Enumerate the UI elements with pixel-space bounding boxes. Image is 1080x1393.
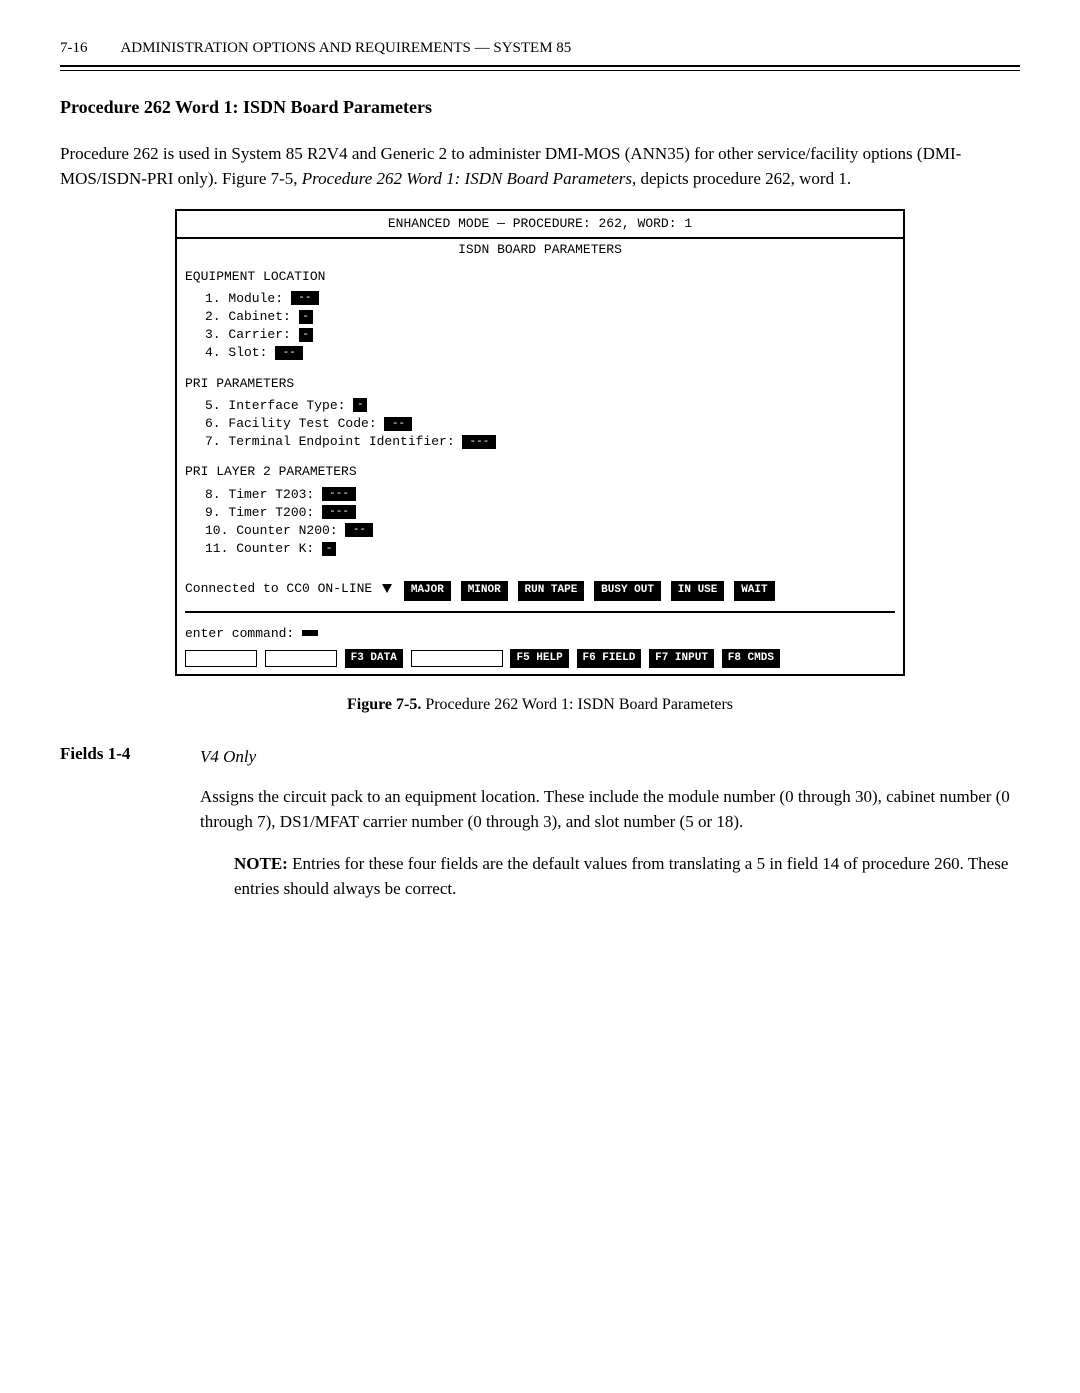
intro-text-2: depicts procedure 262, word 1. [636,169,851,188]
status-wait: WAIT [734,581,774,600]
layer2-heading: PRI LAYER 2 PARAMETERS [177,459,903,481]
field-4: 4. Slot: -- [205,344,895,362]
terminal-screen: ENHANCED MODE — PROCEDURE: 262, WORD: 1 … [175,209,905,676]
field-10-label: 10. Counter N200: [205,523,338,538]
status-busy-out: BUSY OUT [594,581,661,600]
field-1: 1. Module: -- [205,290,895,308]
command-row: enter command: [177,623,903,649]
section-title: Procedure 262 Word 1: ISDN Board Paramet… [60,97,1020,118]
field-11-label: 11. Counter K: [205,541,314,556]
field-5-label: 5. Interface Type: [205,398,345,413]
intro-paragraph: Procedure 262 is used in System 85 R2V4 … [60,142,1020,191]
note-block: NOTE: Entries for these four fields are … [234,851,1020,902]
field-5-value: - [353,398,367,412]
field-9: 9. Timer T200: --- [205,504,895,522]
field-4-label: 4. Slot: [205,345,267,360]
field-5: 5. Interface Type: - [205,397,895,415]
figure-number: Figure 7-5. [347,696,421,713]
terminal-subtitle: ISDN BOARD PARAMETERS [177,239,903,263]
status-minor: MINOR [461,581,508,600]
field-7-value: --- [462,435,496,449]
field-6-value: -- [384,417,412,431]
field-8: 8. Timer T203: --- [205,486,895,504]
field-8-label: 8. Timer T203: [205,487,314,502]
fkey-f8: F8 CMDS [722,649,780,668]
equip-heading: EQUIPMENT LOCATION [177,264,903,286]
status-run-tape: RUN TAPE [518,581,585,600]
header-rule [60,65,1020,71]
field-3-label: 3. Carrier: [205,327,291,342]
fkey-f2-empty [265,650,337,667]
field-3: 3. Carrier: - [205,326,895,344]
page-header: 7-16 ADMINISTRATION OPTIONS AND REQUIREM… [60,40,1020,63]
field-2-value: - [299,310,313,324]
note-label: NOTE: [234,854,288,873]
connection-text: Connected to CC0 ON-LINE [185,581,380,596]
field-11-value: - [322,542,336,556]
field-8-value: --- [322,487,356,501]
field-7-label: 7. Terminal Endpoint Identifier: [205,434,455,449]
fkey-f4-empty [411,650,503,667]
pri-fields: 5. Interface Type: - 6. Facility Test Co… [177,393,903,460]
field-7: 7. Terminal Endpoint Identifier: --- [205,433,895,451]
field-1-label: 1. Module: [205,291,283,306]
fkey-row: F3 DATA F5 HELP F6 FIELD F7 INPUT F8 CMD… [177,649,903,674]
fields-paragraph: Assigns the circuit pack to an equipment… [200,784,1020,835]
fields-label: Fields 1-4 [60,744,160,902]
field-9-value: --- [322,505,356,519]
field-3-value: - [299,328,313,342]
field-11: 11. Counter K: - [205,540,895,558]
field-10-value: -- [345,523,373,537]
field-9-label: 9. Timer T200: [205,505,314,520]
field-6: 6. Facility Test Code: -- [205,415,895,433]
triangle-icon [382,584,392,593]
fkey-f6: F6 FIELD [577,649,642,668]
note-text: Entries for these four fields are the de… [234,854,1008,899]
fkey-f3: F3 DATA [345,649,403,668]
status-line: Connected to CC0 ON-LINE MAJOR MINOR RUN… [177,574,903,604]
intro-italic: Procedure 262 Word 1: ISDN Board Paramet… [302,169,636,188]
field-2: 2. Cabinet: - [205,308,895,326]
terminal-mode-line: ENHANCED MODE — PROCEDURE: 262, WORD: 1 [177,211,903,239]
layer2-fields: 8. Timer T203: --- 9. Timer T200: --- 10… [177,482,903,567]
fkey-f5: F5 HELP [510,649,568,668]
figure-title: Procedure 262 Word 1: ISDN Board Paramet… [421,696,733,713]
field-6-label: 6. Facility Test Code: [205,416,377,431]
field-2-label: 2. Cabinet: [205,309,291,324]
fields-v4only: V4 Only [200,744,1020,770]
command-label: enter command: [185,626,302,641]
fields-body: V4 Only Assigns the circuit pack to an e… [200,744,1020,902]
status-major: MAJOR [404,581,451,600]
field-definition: Fields 1-4 V4 Only Assigns the circuit p… [60,744,1020,902]
fkey-f1-empty [185,650,257,667]
figure-caption: Figure 7-5. Procedure 262 Word 1: ISDN B… [60,696,1020,714]
field-10: 10. Counter N200: -- [205,522,895,540]
fkey-f7: F7 INPUT [649,649,714,668]
pri-heading: PRI PARAMETERS [177,371,903,393]
page-number: 7-16 [60,40,88,57]
equip-fields: 1. Module: -- 2. Cabinet: - 3. Carrier: … [177,286,903,371]
page-title: ADMINISTRATION OPTIONS AND REQUIREMENTS … [120,40,571,56]
status-in-use: IN USE [671,581,725,600]
cursor-icon [302,630,318,636]
field-4-value: -- [275,346,303,360]
divider-bar [185,611,895,613]
field-1-value: -- [291,291,319,305]
